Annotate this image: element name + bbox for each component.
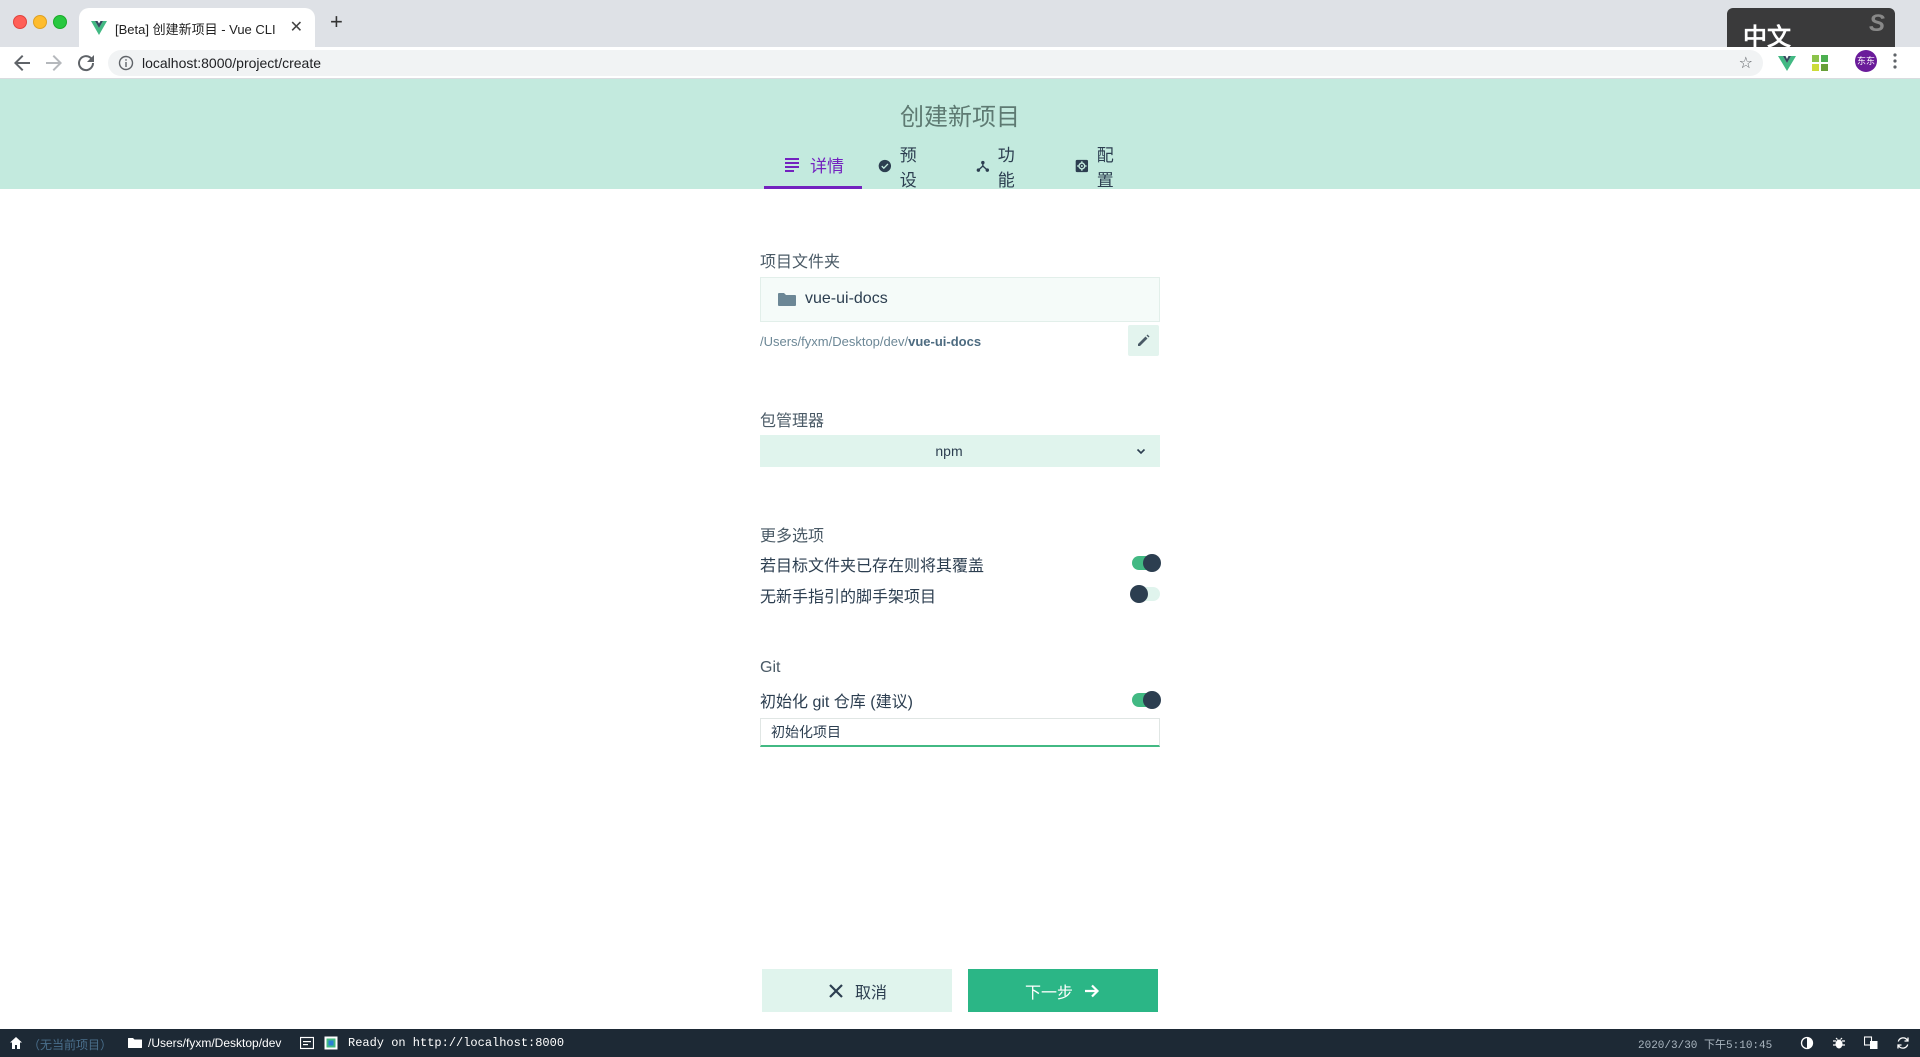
- chevron-down-icon: [1136, 448, 1146, 455]
- page-header: 创建新项目 详情 预设 功能 配置: [0, 79, 1920, 190]
- bug-report-icon[interactable]: [1832, 1036, 1846, 1050]
- tab-features[interactable]: 功能: [976, 142, 1021, 190]
- option-overwrite-label: 若目标文件夹已存在则将其覆盖: [760, 558, 985, 575]
- path-prefix: /Users/fyxm/Desktop/dev/: [760, 334, 909, 349]
- folder-icon: [778, 293, 796, 306]
- gear-box-icon: [1075, 159, 1089, 172]
- browser-tab[interactable]: [Beta] 创建新项目 - Vue CLI ✕: [79, 8, 315, 47]
- pencil-icon: [1138, 334, 1150, 346]
- toggle-knob: [1143, 554, 1161, 572]
- toggle-knob: [1143, 691, 1161, 709]
- home-icon[interactable]: [9, 1036, 23, 1050]
- console-log-icon[interactable]: [300, 1036, 314, 1050]
- folder-section-label: 项目文件夹: [760, 254, 841, 271]
- option-no-guide-toggle[interactable]: [1130, 583, 1160, 603]
- refresh-icon[interactable]: [1896, 1036, 1910, 1050]
- log-message[interactable]: Ready on http://localhost:8000: [348, 1036, 564, 1050]
- datetime-text: 2020/3/30 下午5:10:45: [1638, 1040, 1773, 1052]
- more-options-label: 更多选项: [760, 528, 825, 545]
- list-icon: [785, 158, 799, 172]
- back-arrow-icon[interactable]: [10, 51, 34, 75]
- profile-avatar[interactable]: 东东: [1855, 50, 1877, 72]
- arrow-right-icon: [1085, 984, 1100, 997]
- vue-devtools-extension-icon[interactable]: [1777, 53, 1797, 73]
- close-icon: [829, 983, 843, 998]
- reload-icon[interactable]: [74, 51, 98, 75]
- project-path: /Users/fyxm/Desktop/dev/vue-ui-docs: [760, 334, 981, 349]
- browser-tab-strip: [Beta] 创建新项目 - Vue CLI ✕ + 中文 S: [0, 0, 1920, 55]
- tab-details[interactable]: 详情: [764, 142, 862, 189]
- check-circle-icon: [878, 159, 892, 172]
- toggle-knob: [1130, 585, 1148, 603]
- git-init-toggle[interactable]: [1130, 689, 1161, 709]
- folder-icon[interactable]: [128, 1036, 142, 1050]
- cwd-text[interactable]: /Users/fyxm/Desktop/dev: [148, 1036, 281, 1050]
- option-overwrite-toggle[interactable]: [1130, 552, 1161, 572]
- tab-features-label: 功能: [997, 145, 1015, 190]
- tab-presets[interactable]: 预设: [878, 142, 923, 190]
- address-bar[interactable]: localhost:8000/project/create ☆: [108, 50, 1763, 76]
- close-window-button[interactable]: [13, 15, 27, 29]
- next-button-label: 下一步: [1024, 984, 1073, 1002]
- browser-menu-icon[interactable]: [1892, 52, 1898, 70]
- git-init-label: 初始化 git 仓库 (建议): [760, 694, 913, 711]
- folder-name-value: vue-ui-docs: [805, 290, 888, 307]
- package-manager-label: 包管理器: [760, 413, 825, 430]
- page-title: 创建新项目: [900, 104, 1020, 131]
- url-text: localhost:8000/project/create: [142, 55, 321, 71]
- tab-config-label: 配置: [1096, 145, 1114, 190]
- bookmark-star-icon[interactable]: ☆: [1739, 53, 1753, 73]
- cancel-button-label: 取消: [854, 984, 887, 1002]
- package-manager-select[interactable]: npm: [760, 435, 1160, 467]
- tab-details-label: 详情: [810, 156, 844, 176]
- git-section-label: Git: [760, 659, 781, 676]
- new-tab-button[interactable]: +: [330, 10, 343, 34]
- current-project-text[interactable]: （无当前项目）: [28, 1036, 112, 1053]
- next-button[interactable]: 下一步: [968, 969, 1158, 1012]
- translate-icon[interactable]: [1864, 1036, 1878, 1050]
- close-icon[interactable]: ✕: [290, 17, 303, 37]
- minimize-window-button[interactable]: [33, 15, 47, 29]
- dark-mode-icon[interactable]: [1800, 1036, 1814, 1050]
- status-bar: （无当前项目） /Users/fyxm/Desktop/dev Ready on…: [0, 1029, 1920, 1057]
- commit-message-input[interactable]: [760, 718, 1160, 747]
- log-type-icon: [324, 1036, 338, 1050]
- info-icon[interactable]: [118, 55, 134, 71]
- path-leaf: vue-ui-docs: [908, 334, 982, 349]
- browser-toolbar: localhost:8000/project/create ☆: [0, 47, 1920, 79]
- tab-config[interactable]: 配置: [1075, 142, 1120, 190]
- grid-extension-icon[interactable]: [1810, 53, 1830, 73]
- maximize-window-button[interactable]: [53, 15, 67, 29]
- cancel-button[interactable]: 取消: [762, 969, 952, 1012]
- fork-icon: [976, 160, 990, 172]
- tab-presets-label: 预设: [899, 145, 917, 190]
- vue-logo-icon: [91, 21, 107, 35]
- tab-title: [Beta] 创建新项目 - Vue CLI: [115, 22, 276, 37]
- option-no-guide-label: 无新手指引的脚手架项目: [760, 589, 937, 606]
- package-manager-value: npm: [935, 443, 963, 459]
- ime-badge-icon: S: [1868, 10, 1885, 37]
- project-folder-input[interactable]: vue-ui-docs: [760, 277, 1160, 322]
- edit-path-button[interactable]: [1128, 325, 1159, 356]
- forward-arrow-icon[interactable]: [42, 51, 66, 75]
